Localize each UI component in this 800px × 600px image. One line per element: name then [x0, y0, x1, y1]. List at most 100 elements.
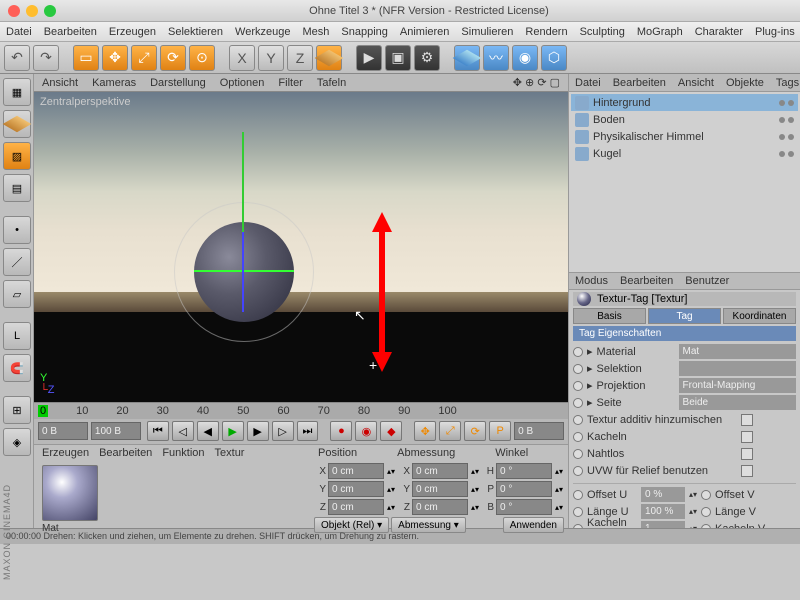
checkbox[interactable] — [741, 448, 753, 460]
apply-button[interactable]: Anwenden — [503, 517, 564, 533]
mtab-bearbeiten[interactable]: Bearbeiten — [99, 447, 152, 459]
next-key-button[interactable]: ▷ — [272, 421, 294, 441]
last-tool[interactable]: ⊙ — [189, 45, 215, 71]
rotate-tool[interactable]: ⟳ — [160, 45, 186, 71]
locked-button[interactable]: ⊞ — [3, 396, 31, 424]
redo-button[interactable]: ↷ — [33, 45, 59, 71]
mtab-erzeugen[interactable]: Erzeugen — [42, 447, 89, 459]
object-row[interactable]: Kugel — [571, 145, 798, 162]
next-frame-button[interactable]: ▶ — [247, 421, 269, 441]
render-settings-button[interactable]: ⚙ — [414, 45, 440, 71]
menu-erzeugen[interactable]: Erzeugen — [109, 26, 156, 38]
make-editable-button[interactable]: ▦ — [3, 78, 31, 106]
menu-sculpting[interactable]: Sculpting — [580, 26, 625, 38]
param-radio[interactable] — [573, 347, 583, 357]
key-pos-button[interactable]: ✥ — [414, 421, 436, 441]
attr-value-field[interactable]: Mat — [679, 344, 796, 359]
render-view-button[interactable]: ▶ — [356, 45, 382, 71]
scale-tool[interactable]: ⤢ — [131, 45, 157, 71]
menu-snapping[interactable]: Snapping — [341, 26, 388, 38]
move-tool[interactable]: ✥ — [102, 45, 128, 71]
mtab-textur[interactable]: Textur — [215, 447, 245, 459]
vtab-ansicht[interactable]: Ansicht — [42, 77, 78, 89]
timeline-ruler[interactable]: 0102030405060708090100 — [34, 403, 568, 419]
attr-value-field[interactable] — [679, 361, 796, 376]
texture-mode-button[interactable]: ▨ — [3, 142, 31, 170]
zoom-icon[interactable] — [44, 5, 56, 17]
object-row[interactable]: Boden — [571, 111, 798, 128]
param-radio[interactable] — [573, 432, 583, 442]
menu-datei[interactable]: Datei — [6, 26, 32, 38]
attr-tab-basis[interactable]: Basis — [573, 308, 646, 324]
play-button[interactable]: ▶ — [222, 421, 244, 441]
autokey-button[interactable]: ◉ — [355, 421, 377, 441]
menu-plugins[interactable]: Plug-ins — [755, 26, 795, 38]
keyframe-button[interactable]: ◆ — [380, 421, 402, 441]
axis-button[interactable]: L — [3, 322, 31, 350]
attr-tab-koordinaten[interactable]: Koordinaten — [723, 308, 796, 324]
checkbox[interactable] — [741, 465, 753, 477]
z-axis-handle[interactable] — [242, 232, 244, 312]
y-axis-button[interactable]: Y — [258, 45, 284, 71]
ang-field[interactable]: 0 ° — [496, 463, 552, 479]
viewport[interactable]: Zentralperspektive ↖ + Y └Z — [34, 92, 568, 402]
checkbox[interactable] — [741, 414, 753, 426]
material-thumbnail[interactable] — [42, 465, 98, 521]
undo-button[interactable]: ↶ — [4, 45, 30, 71]
menu-mograph[interactable]: MoGraph — [637, 26, 683, 38]
frame-start-field[interactable]: 0 B — [38, 422, 88, 440]
vtab-darstellung[interactable]: Darstellung — [150, 77, 206, 89]
vtab-optionen[interactable]: Optionen — [220, 77, 265, 89]
add-deformer-button[interactable]: ⬡ — [541, 45, 567, 71]
point-mode-button[interactable]: • — [3, 216, 31, 244]
vtab-filter[interactable]: Filter — [278, 77, 302, 89]
goto-end-button[interactable]: ⏭ — [297, 421, 319, 441]
menu-bearbeiten[interactable]: Bearbeiten — [44, 26, 97, 38]
model-mode-button[interactable] — [3, 110, 31, 138]
record-button[interactable]: ● — [330, 421, 352, 441]
dim-field[interactable]: 0 cm — [412, 499, 468, 515]
key-rot-button[interactable]: ⟳ — [464, 421, 486, 441]
frame-end-field[interactable]: 100 B — [91, 422, 141, 440]
coord-system-button[interactable] — [316, 45, 342, 71]
close-icon[interactable] — [8, 5, 20, 17]
goto-start-button[interactable]: ⏮ — [147, 421, 169, 441]
current-frame-field[interactable]: 0 B — [514, 422, 564, 440]
checkbox[interactable] — [741, 431, 753, 443]
menu-mesh[interactable]: Mesh — [302, 26, 329, 38]
viewport-nav-icon[interactable]: ✥ ⊕ ⟳ ▢ — [513, 76, 560, 89]
attr-value-field[interactable]: 1 — [641, 521, 685, 528]
attr-value-field[interactable]: 0 % — [641, 487, 685, 502]
render-pv-button[interactable]: ▣ — [385, 45, 411, 71]
sphere-object[interactable] — [194, 222, 294, 322]
object-row[interactable]: Physikalischer Himmel — [571, 128, 798, 145]
menu-selektieren[interactable]: Selektieren — [168, 26, 223, 38]
param-radio[interactable] — [573, 449, 583, 459]
object-tree[interactable]: HintergrundBodenPhysikalischer HimmelKug… — [569, 92, 800, 272]
attr-tab-tag[interactable]: Tag — [648, 308, 721, 324]
dim-field[interactable]: 0 cm — [412, 481, 468, 497]
vtab-kameras[interactable]: Kameras — [92, 77, 136, 89]
pos-field[interactable]: 0 cm — [328, 463, 384, 479]
prev-frame-button[interactable]: ◀ — [197, 421, 219, 441]
ang-field[interactable]: 0 ° — [496, 499, 552, 515]
add-cube-button[interactable] — [454, 45, 480, 71]
object-row[interactable]: Hintergrund — [571, 94, 798, 111]
poly-mode-button[interactable]: ▱ — [3, 280, 31, 308]
mtab-funktion[interactable]: Funktion — [162, 447, 204, 459]
add-generator-button[interactable]: ◉ — [512, 45, 538, 71]
vtab-tafeln[interactable]: Tafeln — [317, 77, 346, 89]
select-tool[interactable]: ▭ — [73, 45, 99, 71]
workplane-button[interactable]: ▤ — [3, 174, 31, 202]
menu-rendern[interactable]: Rendern — [525, 26, 567, 38]
param-radio[interactable] — [573, 398, 583, 408]
param-radio[interactable] — [573, 364, 583, 374]
menu-charakter[interactable]: Charakter — [695, 26, 743, 38]
edge-mode-button[interactable]: ／ — [3, 248, 31, 276]
param-radio[interactable] — [573, 381, 583, 391]
minimize-icon[interactable] — [26, 5, 38, 17]
add-spline-button[interactable]: 〰 — [483, 45, 509, 71]
pos-field[interactable]: 0 cm — [328, 499, 384, 515]
ang-field[interactable]: 0 ° — [496, 481, 552, 497]
snap-button[interactable]: 🧲 — [3, 354, 31, 382]
